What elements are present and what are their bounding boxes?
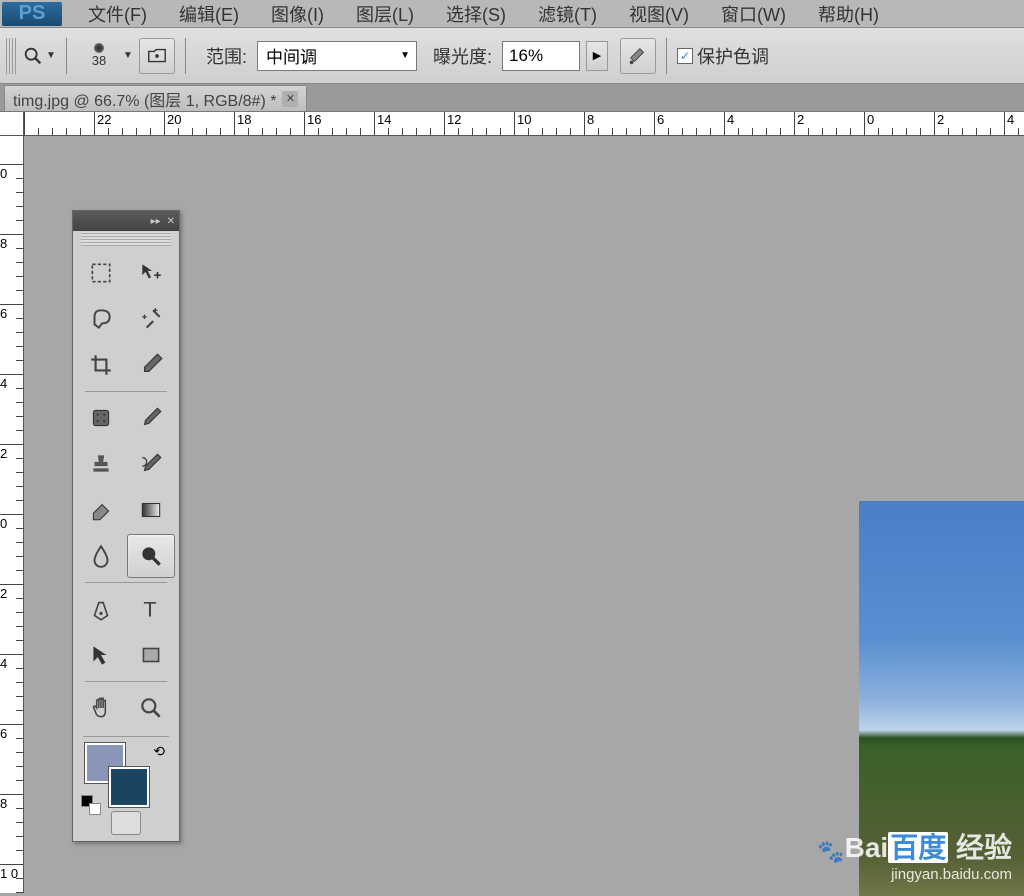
protect-tones-checkbox[interactable]: ✓ 保护色调: [677, 43, 769, 69]
panel-grip[interactable]: [81, 232, 171, 246]
svg-text:T: T: [143, 597, 156, 622]
magnify-icon: [138, 543, 164, 569]
eraser-icon: [88, 497, 114, 523]
text-icon: T: [138, 596, 164, 622]
menu-window[interactable]: 窗口(W): [705, 0, 802, 29]
airbrush-icon: [627, 45, 649, 67]
healing-tool[interactable]: [77, 396, 125, 440]
default-colors-icon[interactable]: [81, 795, 95, 809]
document-tabbar: timg.jpg @ 66.7% (图层 1, RGB/8#) * ✕: [0, 84, 1024, 112]
history-brush-icon: [138, 451, 164, 477]
menu-layer[interactable]: 图层(L): [340, 0, 430, 29]
brush-tool[interactable]: [127, 396, 175, 440]
range-label: 范围:: [206, 43, 247, 69]
gradient-tool[interactable]: [127, 488, 175, 532]
pen-icon: [88, 596, 114, 622]
stamp-icon: [88, 451, 114, 477]
marquee-tool[interactable]: [77, 251, 125, 295]
color-swatches: ⟲: [73, 739, 179, 811]
panel-header[interactable]: ▸▸ ✕: [73, 211, 179, 231]
move-tool[interactable]: [127, 251, 175, 295]
menu-select[interactable]: 选择(S): [430, 0, 522, 29]
brush-preset-picker[interactable]: 38 ▼: [77, 38, 133, 74]
paw-icon: [817, 834, 845, 858]
path-select-tool[interactable]: [77, 633, 125, 677]
tab-title: timg.jpg @ 66.7% (图层 1, RGB/8#) *: [13, 87, 276, 111]
hand-icon: [88, 695, 114, 721]
magnify-icon: [138, 695, 164, 721]
close-icon[interactable]: ✕: [282, 91, 298, 107]
menu-image[interactable]: 图像(I): [255, 0, 340, 29]
gradient-icon: [138, 497, 164, 523]
rectangle-icon: [138, 642, 164, 668]
lasso-icon: [88, 306, 114, 332]
app-logo: PS: [2, 2, 62, 26]
lasso-tool[interactable]: [77, 297, 125, 341]
brush-size-label: 38: [92, 53, 106, 68]
magnify-icon: [22, 45, 44, 67]
document-tab[interactable]: timg.jpg @ 66.7% (图层 1, RGB/8#) * ✕: [4, 85, 307, 111]
type-tool[interactable]: T: [127, 587, 175, 631]
menubar: PS 文件(F) 编辑(E) 图像(I) 图层(L) 选择(S) 滤镜(T) 视…: [0, 0, 1024, 28]
stamp-tool[interactable]: [77, 442, 125, 486]
eyedropper-icon: [138, 352, 164, 378]
wand-tool[interactable]: [127, 297, 175, 341]
marquee-icon: [88, 260, 114, 286]
crop-icon: [88, 352, 114, 378]
arrow-icon: [88, 642, 114, 668]
history-brush-tool[interactable]: [127, 442, 175, 486]
tools-panel[interactable]: ▸▸ ✕ T ⟲: [72, 210, 180, 842]
ruler-horizontal[interactable]: 222018161412108642024: [24, 112, 1024, 136]
dodge-tool[interactable]: [127, 534, 175, 578]
patch-icon: [88, 405, 114, 431]
crop-tool[interactable]: [77, 343, 125, 387]
menu-view[interactable]: 视图(V): [613, 0, 705, 29]
shape-tool[interactable]: [127, 633, 175, 677]
eraser-tool[interactable]: [77, 488, 125, 532]
ruler-vertical[interactable]: 08642024681 0: [0, 136, 24, 893]
collapse-icon[interactable]: ▸▸: [151, 216, 161, 227]
brush-icon: [138, 405, 164, 431]
grip-handle[interactable]: [6, 38, 16, 74]
eyedropper-tool[interactable]: [127, 343, 175, 387]
checkbox-icon: ✓: [677, 48, 693, 64]
options-bar: ▼ 38 ▼ 范围: 中间调▼ 曝光度: 16% ▶ ✓ 保护色调: [0, 28, 1024, 84]
airbrush-button[interactable]: [620, 38, 656, 74]
brush-panel-button[interactable]: [139, 38, 175, 74]
quickmask-button[interactable]: [111, 811, 141, 835]
ruler-origin[interactable]: [0, 112, 24, 136]
swap-colors-icon[interactable]: ⟲: [153, 743, 165, 760]
menu-help[interactable]: 帮助(H): [802, 0, 895, 29]
watermark: Bai百度 经验 jingyan.baidu.com: [817, 826, 1012, 883]
exposure-label: 曝光度:: [433, 43, 492, 69]
range-select[interactable]: 中间调▼: [257, 41, 417, 71]
exposure-flyout[interactable]: ▶: [586, 41, 608, 71]
menu-file[interactable]: 文件(F): [72, 0, 163, 29]
menu-filter[interactable]: 滤镜(T): [522, 0, 613, 29]
protect-tones-label: 保护色调: [697, 43, 769, 69]
move-icon: [138, 260, 164, 286]
hand-tool[interactable]: [77, 686, 125, 730]
background-color[interactable]: [109, 767, 149, 807]
blur-tool[interactable]: [77, 534, 125, 578]
drop-icon: [88, 543, 114, 569]
folder-brush-icon: [146, 45, 168, 67]
pen-tool[interactable]: [77, 587, 125, 631]
menu-edit[interactable]: 编辑(E): [163, 0, 255, 29]
exposure-input[interactable]: 16%: [502, 41, 580, 71]
zoom-tool[interactable]: [127, 686, 175, 730]
current-tool-dropdown[interactable]: ▼: [22, 45, 56, 67]
wand-icon: [138, 306, 164, 332]
close-icon[interactable]: ✕: [167, 216, 175, 227]
